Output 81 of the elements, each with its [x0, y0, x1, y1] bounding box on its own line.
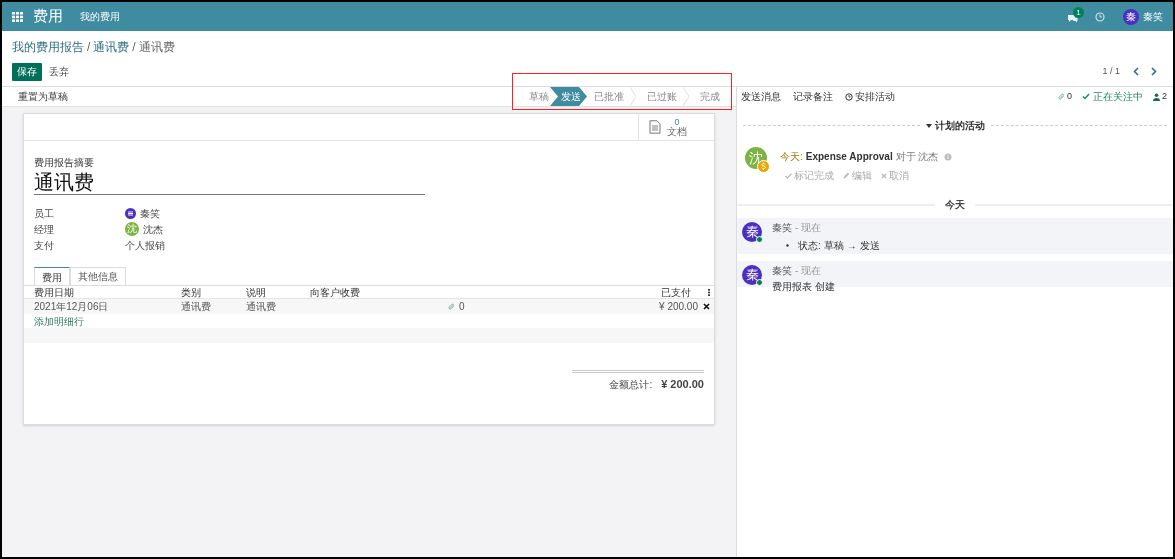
follow-button[interactable]: 正在关注中: [1082, 89, 1143, 104]
documents-count: 0: [673, 118, 680, 127]
field-label: 员工: [34, 206, 55, 221]
caret-icon: [925, 123, 932, 128]
column-header[interactable]: 费用日期: [34, 284, 181, 300]
field-value: 个人报销: [125, 238, 165, 253]
pager-value: 1 / 1: [1102, 64, 1120, 78]
breadcrumb-separator: /: [87, 39, 91, 56]
delete-icon[interactable]: [703, 303, 710, 310]
field-label: 经理: [34, 222, 55, 237]
close-icon: [881, 172, 887, 179]
document-icon: [649, 120, 661, 134]
total-amount: ¥ 200.00: [661, 377, 704, 392]
breadcrumb-link[interactable]: 通讯费: [93, 38, 130, 56]
column-header[interactable]: 类别: [181, 284, 246, 300]
clock-icon: [845, 92, 853, 101]
message-body: 费用报表 创建: [772, 280, 835, 294]
apps-menu-icon[interactable]: [12, 11, 23, 22]
followers-button[interactable]: 2: [1153, 89, 1167, 104]
paperclip-icon[interactable]: [448, 302, 455, 311]
menu-item[interactable]: 我的费用: [80, 9, 120, 24]
title-field[interactable]: 通讯费: [34, 170, 425, 195]
field-label: 支付: [34, 238, 55, 253]
previous-icon[interactable]: [1133, 67, 1139, 76]
chat-icon[interactable]: [1067, 13, 1078, 23]
activity-title: Expense Approval: [805, 150, 893, 164]
table-cell-text: 2021年12月06日: [34, 300, 110, 314]
summary-label: 费用报告摘要: [34, 156, 95, 170]
employee-avatar: 沈: [125, 222, 139, 236]
app-title: 费用: [33, 6, 63, 27]
field-value[interactable]: 沈杰: [143, 221, 163, 237]
user-avatar: 秦: [1123, 8, 1139, 25]
documents-label: 文档: [667, 127, 687, 136]
attachment-count: 0: [459, 300, 465, 314]
person-icon: [1153, 92, 1160, 101]
tracking-old-value: 草稿: [823, 239, 844, 253]
column-header[interactable]: 说明: [246, 284, 310, 300]
online-status-icon: [756, 236, 763, 243]
tracking-new-value: 发送: [859, 239, 880, 253]
notification-badge: 1: [1073, 6, 1084, 18]
table-cell-text: 通讯费: [181, 300, 212, 314]
activity-due: 今天:: [780, 150, 803, 164]
table-cell-text: 通讯费: [246, 300, 277, 314]
author-avatar: 秦: [742, 222, 762, 242]
form-tab[interactable]: 其他信息: [70, 267, 126, 286]
column-header[interactable]: 已支付: [661, 284, 691, 300]
breadcrumb-link[interactable]: 我的费用报告: [12, 38, 84, 56]
breadcrumb-separator: /: [132, 39, 136, 56]
reset-to-draft-button[interactable]: 重置为草稿: [18, 89, 68, 104]
chatter-action-button[interactable]: 安排活动: [845, 89, 895, 104]
add-line-link[interactable]: 添加明细行: [34, 313, 84, 329]
attachments-button[interactable]: 0: [1057, 89, 1072, 104]
column-header[interactable]: 向客户收费: [310, 284, 430, 300]
message-time: - 现在: [795, 221, 822, 235]
bullet-icon: [786, 244, 789, 247]
chatter-action-button[interactable]: 记录备注: [793, 89, 833, 104]
message-author: 秦笑: [772, 264, 792, 278]
save-button[interactable]: 保存: [12, 62, 42, 81]
field-value[interactable]: 秦笑: [140, 205, 160, 221]
pencil-icon: [843, 172, 850, 179]
user-name[interactable]: 秦笑: [1143, 9, 1163, 24]
tracking-field: 状态:: [798, 238, 821, 253]
documents-button[interactable]: 0 文档: [638, 114, 714, 140]
check-icon: [785, 172, 792, 179]
activity-assignee: 对于 沈杰: [895, 150, 939, 164]
paperclip-icon: [1057, 92, 1065, 101]
message-author: 秦笑: [772, 221, 792, 235]
table-cell-text: ¥ 200.00: [659, 300, 698, 314]
message-time: - 现在: [795, 264, 822, 278]
tracking-arrow: →: [846, 239, 857, 253]
next-icon[interactable]: [1151, 67, 1157, 76]
planned-activities-toggle[interactable]: 计划的活动: [925, 118, 985, 133]
clock-icon[interactable]: [1095, 11, 1105, 22]
discard-button[interactable]: 丢弃: [49, 64, 69, 79]
breadcrumb-current: 通讯费: [138, 39, 175, 56]
author-avatar: 秦: [742, 265, 762, 285]
check-icon: [1082, 93, 1090, 100]
chatter-action-button[interactable]: 发送消息: [741, 89, 781, 104]
status-stage[interactable]: 发送: [550, 87, 587, 106]
date-separator: 今天: [945, 198, 965, 212]
total-label: 金额总计:: [609, 377, 653, 392]
